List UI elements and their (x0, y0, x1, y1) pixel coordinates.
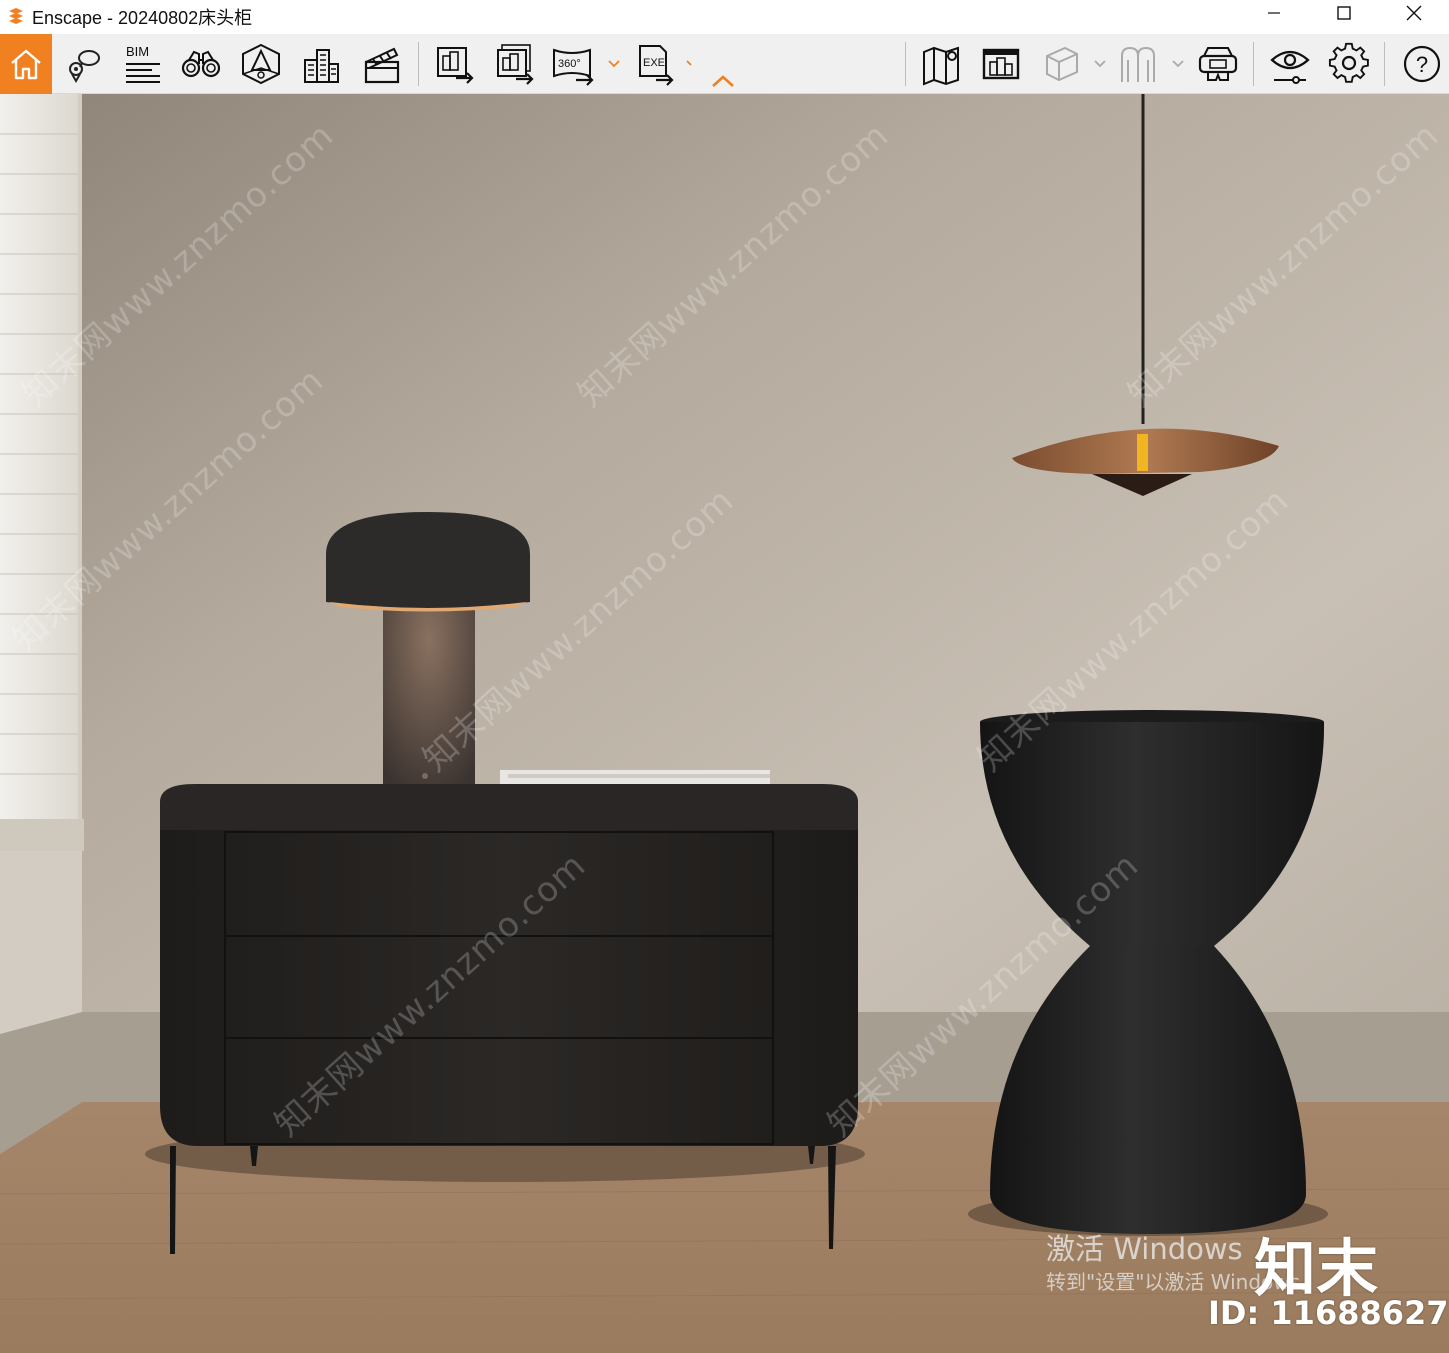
minimize-button[interactable] (1239, 0, 1309, 26)
render-image-button[interactable] (428, 34, 480, 94)
location-pin-icon (69, 50, 100, 84)
objects-dropdown[interactable] (1092, 54, 1108, 74)
render-image-icon (437, 47, 474, 84)
collapse-toolbar-button[interactable] (710, 70, 736, 92)
maximize-icon (1337, 6, 1351, 20)
panorama-button[interactable]: 360° (548, 34, 600, 94)
toolbar: BIM 360° EXE ? (0, 34, 1449, 94)
close-icon (1406, 5, 1422, 21)
bim-icon: BIM (126, 44, 160, 83)
chevron-down-icon (608, 60, 620, 68)
clapperboard-icon (364, 47, 400, 84)
batch-render-icon (497, 44, 534, 85)
maximize-button[interactable] (1309, 0, 1379, 26)
objects-button[interactable] (1035, 34, 1087, 94)
home-button[interactable] (0, 34, 52, 94)
toolbar-separator (905, 42, 906, 86)
help-icon: ? (1403, 45, 1441, 83)
home-icon (11, 49, 41, 80)
video-editor-button[interactable] (355, 34, 407, 94)
render-viewport[interactable]: 知末网www.znzmo.com 知末网www.znzmo.com 知末网www… (0, 94, 1449, 1353)
panorama-icon: 360° (553, 48, 594, 86)
window (0, 94, 78, 824)
map-button[interactable] (915, 34, 967, 94)
export-exe-button[interactable]: EXE (628, 34, 680, 94)
materials-dropdown[interactable] (1170, 54, 1186, 74)
export-exe-icon: EXE (639, 45, 674, 86)
site-context-button[interactable] (295, 34, 347, 94)
window-title: Enscape - 20240802床头柜 (32, 8, 253, 28)
brand-id: ID: 1168862784 (1208, 1294, 1449, 1332)
exe-label: EXE (643, 57, 665, 69)
chevron-down-icon (1172, 60, 1184, 68)
nightstand-cabinet (160, 830, 858, 1146)
cabinet-top (160, 784, 858, 830)
title-bar: Enscape - 20240802床头柜 (0, 0, 1449, 34)
help-button[interactable]: ? (1396, 34, 1448, 94)
vr-headset-icon (1198, 47, 1238, 81)
toolbar-separator (1384, 42, 1385, 86)
asset-library-button[interactable] (975, 34, 1027, 94)
visual-settings-icon (1270, 50, 1310, 84)
atmosphere-button[interactable] (235, 34, 287, 94)
enscape-logo-icon (2, 3, 30, 31)
settings-button[interactable] (1324, 34, 1376, 94)
materials-button[interactable] (1112, 34, 1164, 94)
export-dropdown[interactable] (682, 54, 698, 74)
binoculars-icon (181, 50, 221, 78)
buildings-icon (304, 49, 339, 83)
arch-icon (1121, 46, 1155, 82)
cube-icon (1046, 46, 1078, 82)
panorama-label: 360° (558, 58, 581, 70)
vr-headset-button[interactable] (1192, 34, 1244, 94)
chevron-down-icon (686, 60, 692, 66)
activate-windows-title: 激活 Windows (1046, 1232, 1243, 1266)
cabinet-leg (170, 1146, 176, 1254)
batch-render-button[interactable] (488, 34, 540, 94)
bim-button[interactable]: BIM (116, 34, 168, 94)
chevron-up-icon (712, 75, 734, 87)
window-sill (0, 819, 84, 851)
chevron-down-icon (1094, 60, 1106, 68)
minimize-icon (1268, 12, 1280, 14)
toolbar-separator (1253, 42, 1254, 86)
toolbar-separator (418, 42, 419, 86)
views-button[interactable] (56, 34, 108, 94)
visual-settings-button[interactable] (1264, 34, 1316, 94)
bim-label: BIM (126, 44, 149, 59)
panorama-dropdown[interactable] (606, 54, 622, 74)
help-label: ? (1416, 52, 1428, 77)
close-button[interactable] (1379, 0, 1449, 26)
settings-gear-icon (1328, 42, 1369, 83)
walk-mode-button[interactable] (175, 34, 227, 94)
atmosphere-icon (242, 43, 280, 85)
map-icon (923, 46, 959, 86)
asset-library-icon (982, 48, 1020, 80)
